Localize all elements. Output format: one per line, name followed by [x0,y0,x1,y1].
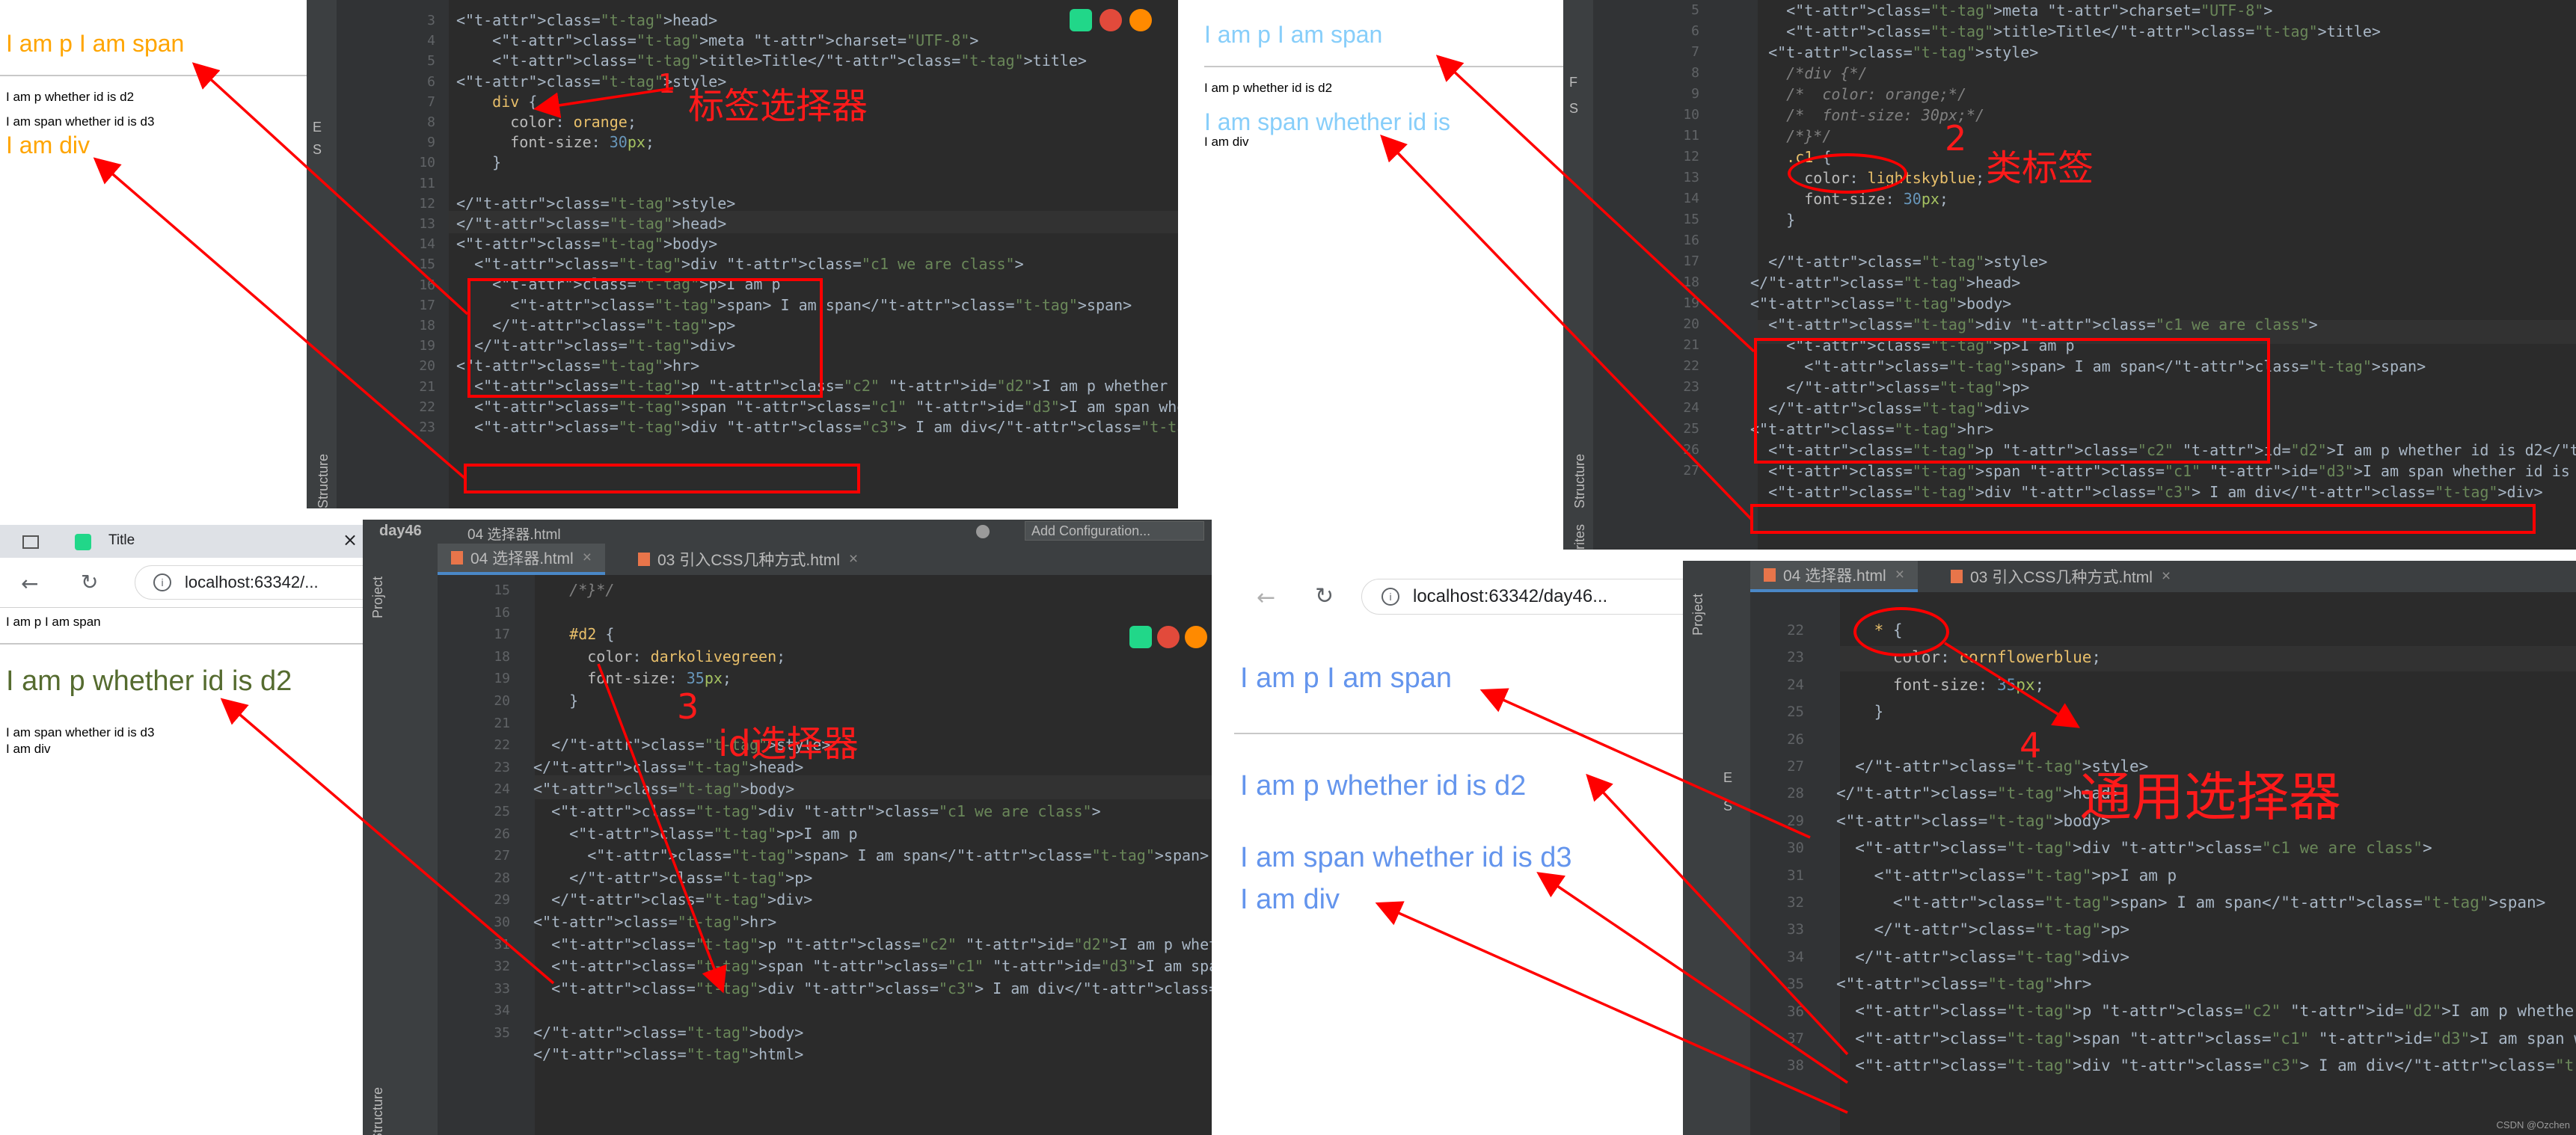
q2-arrow-span-to-d3 [1380,134,1753,521]
q3-arrow-to-d2 [597,663,727,994]
q4-arrow-div-to-div [1375,901,1848,1114]
q3-arrow-d2-to-browser [220,698,555,985]
q1-arrow-label-to-div [533,87,674,119]
q1-arrow-div-to-span [191,62,469,316]
annotation-arrows [93,55,2080,1114]
q2-arrow-block-to-span [1435,55,1755,353]
q4-arrow-span-to-d3 [1536,872,1848,1084]
q4-arrow-body-to-span [1479,688,1811,839]
q4-arrow-star [1944,642,2080,728]
q4-arrow-p-to-d2 [1586,773,1849,1056]
q1-arrow-div-to-c3 [93,157,467,480]
